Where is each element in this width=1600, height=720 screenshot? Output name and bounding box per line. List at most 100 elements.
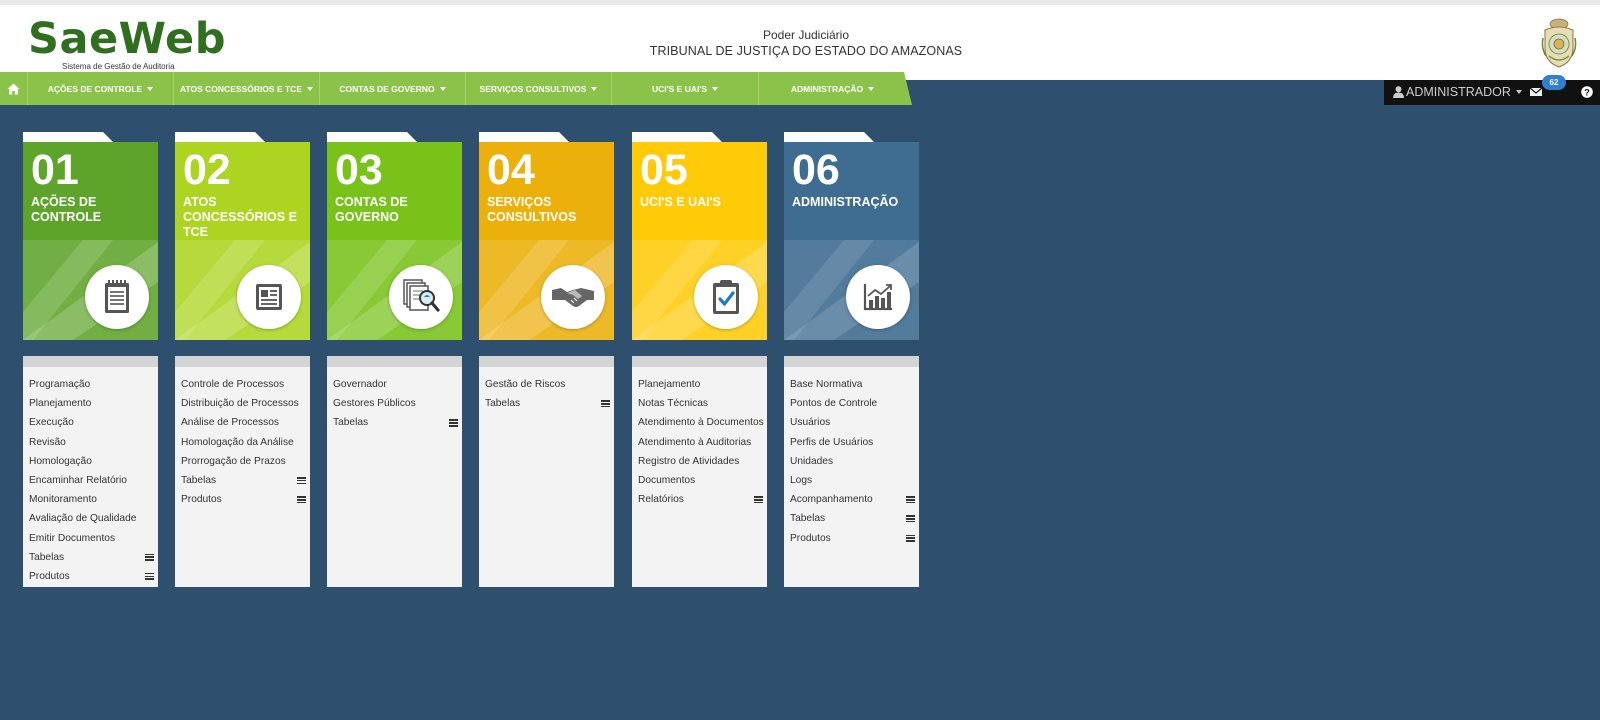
menu-item-prorrogacao-de-prazos[interactable]: Prorrogação de Prazos (175, 452, 310, 471)
messages-count-badge: 62 (1542, 75, 1566, 90)
menu-item-governador[interactable]: Governador (327, 375, 462, 394)
menu-item-gestores-publicos[interactable]: Gestores Públicos (327, 394, 462, 413)
messages-button[interactable] (1529, 86, 1543, 100)
panel-header (479, 356, 614, 367)
menu-item-execucao[interactable]: Execução (23, 413, 158, 432)
home-icon (7, 83, 20, 94)
module-card-ucis-e-uais[interactable]: 05 UCI'S E UAI'S (632, 132, 767, 340)
module-number: 02 (183, 146, 231, 194)
nav-acoes-de-controle[interactable]: AÇÕES DE CONTROLE (28, 72, 174, 105)
nav-servicos-consultivos[interactable]: SERVIÇOS CONSULTIVOS (466, 72, 612, 105)
card-tab (23, 132, 113, 142)
module-number: 03 (335, 146, 383, 194)
org-line1: Poder Judiciário (762, 28, 850, 42)
submenu-bars-icon (145, 572, 154, 581)
menu-item-emitir-documentos[interactable]: Emitir Documentos (23, 529, 158, 548)
submenu-bars-icon (754, 496, 763, 504)
module-card-administracao[interactable]: 06 ADMINISTRAÇÃO (784, 132, 919, 340)
module-card-acoes-de-controle[interactable]: 01 AÇÕES DE CONTROLE (23, 132, 158, 340)
menu-item-notas-tecnicas[interactable]: Notas Técnicas (632, 394, 767, 413)
menu-item-avaliacao-de-qualidade[interactable]: Avaliação de Qualidade (23, 509, 158, 528)
menu-item-distribuicao-de-processos[interactable]: Distribuição de Processos (175, 394, 310, 413)
page-header: SaeWeb Sistema de Gestão de Auditoria Po… (0, 0, 1600, 80)
home-button[interactable] (0, 72, 28, 105)
menu-item-registro-de-atividades[interactable]: Registro de Atividades (632, 452, 767, 471)
user-icon (1393, 86, 1404, 98)
submenu-bars-icon (297, 496, 306, 504)
menu-item-unidades[interactable]: Unidades (784, 452, 919, 471)
menu-item-analise-de-processos[interactable]: Análise de Processos (175, 413, 310, 432)
menu-item-tabelas[interactable]: Tabelas (327, 413, 462, 432)
menu-item-relatorios[interactable]: Relatórios (632, 490, 767, 509)
nav-contas-de-governo[interactable]: CONTAS DE GOVERNO (320, 72, 466, 105)
menu-item-homologacao-da-analise[interactable]: Homologação da Análise (175, 433, 310, 452)
menu-item-encaminhar-relatorio[interactable]: Encaminhar Relatório (23, 471, 158, 490)
help-button[interactable]: ? (1581, 86, 1593, 101)
card-tab (479, 132, 569, 142)
module-tile: 01 AÇÕES DE CONTROLE (23, 142, 158, 340)
module-number: 01 (31, 146, 79, 194)
module-title: SERVIÇOS CONSULTIVOS (487, 195, 577, 224)
menu-item-documentos[interactable]: Documentos (632, 471, 767, 490)
menu-item-pontos-de-controle[interactable]: Pontos de Controle (784, 394, 919, 413)
caret-down-icon (307, 86, 313, 91)
menu-item-produtos[interactable]: Produtos (175, 490, 310, 509)
menu-item-gestao-de-riscos[interactable]: Gestão de Riscos (479, 375, 614, 394)
nav-atos-concessorios[interactable]: ATOS CONCESSÓRIOS E TCE (174, 72, 320, 105)
id-card-icon (256, 284, 282, 310)
menu-item-planejamento[interactable]: Planejamento (23, 394, 158, 413)
card-tab (632, 132, 722, 142)
chart-growth-icon (863, 284, 892, 311)
icon-circle (846, 265, 910, 329)
user-name: ADMINISTRADOR (1406, 85, 1511, 99)
menu-item-revisao[interactable]: Revisão (23, 433, 158, 452)
module-number: 05 (640, 146, 688, 194)
menu-item-logs[interactable]: Logs (784, 471, 919, 490)
user-menu[interactable]: ADMINISTRADOR (1393, 85, 1522, 99)
menu-item-produtos[interactable]: Produtos (23, 567, 158, 586)
caret-down-icon (712, 86, 719, 91)
icon-circle (85, 265, 149, 329)
module-number: 06 (792, 146, 840, 194)
module-card-atos-concessorios[interactable]: 02 ATOS CONCESSÓRIOS E TCE (175, 132, 310, 340)
module-menu-ucis-e-uais: Planejamento Notas Técnicas Atendimento … (632, 356, 767, 587)
menu-item-tabelas[interactable]: Tabelas (784, 509, 919, 528)
module-card-servicos-consultivos[interactable]: 04 SERVIÇOS CONSULTIVOS (479, 132, 614, 340)
card-tab (784, 132, 874, 142)
help-icon: ? (1581, 86, 1593, 98)
menu-item-monitoramento[interactable]: Monitoramento (23, 490, 158, 509)
caret-down-icon (147, 86, 154, 91)
module-tile: 06 ADMINISTRAÇÃO (784, 142, 919, 340)
menu-item-atendimento-auditorias[interactable]: Atendimento à Auditorias (632, 433, 767, 452)
icon-circle (694, 265, 758, 329)
nav-ucis-e-uais[interactable]: UCI'S E UAI'S (612, 72, 759, 105)
menu-item-planejamento[interactable]: Planejamento (632, 375, 767, 394)
card-tab (327, 132, 417, 142)
nav-label: ADMINISTRAÇÃO (790, 83, 864, 94)
menu-item-perfis-de-usuarios[interactable]: Perfis de Usuários (784, 433, 919, 452)
menu-item-atendimento-documentos[interactable]: Atendimento à Documentos (632, 413, 767, 432)
menu-item-tabelas[interactable]: Tabelas (479, 394, 614, 413)
icon-circle (237, 265, 301, 329)
menu-item-usuarios[interactable]: Usuários (784, 413, 919, 432)
menu-item-acompanhamento[interactable]: Acompanhamento (784, 490, 919, 509)
submenu-bars-icon (145, 553, 154, 561)
menu-item-tabelas[interactable]: Tabelas (175, 471, 310, 490)
module-card-contas-de-governo[interactable]: 03 CONTAS DE GOVERNO (327, 132, 462, 340)
coat-of-arms-icon (1541, 18, 1577, 68)
module-tile: 03 CONTAS DE GOVERNO (327, 142, 462, 340)
user-toolbar: ADMINISTRADOR 62 ? (1384, 75, 1600, 105)
nav-label: AÇÕES DE CONTROLE (47, 83, 143, 94)
menu-item-tabelas[interactable]: Tabelas (23, 548, 158, 567)
menu-item-base-normativa[interactable]: Base Normativa (784, 375, 919, 394)
submenu-bars-icon (906, 515, 915, 523)
module-tile: 05 UCI'S E UAI'S (632, 142, 767, 340)
menu-item-produtos[interactable]: Produtos (784, 529, 919, 548)
menu-item-programacao[interactable]: Programação (23, 375, 158, 394)
menu-item-controle-de-processos[interactable]: Controle de Processos (175, 375, 310, 394)
card-tab (175, 132, 265, 142)
submenu-bars-icon (297, 476, 306, 485)
menu-item-homologacao[interactable]: Homologação (23, 452, 158, 471)
module-tile: 04 SERVIÇOS CONSULTIVOS (479, 142, 614, 340)
nav-administracao[interactable]: ADMINISTRAÇÃO (759, 72, 906, 105)
